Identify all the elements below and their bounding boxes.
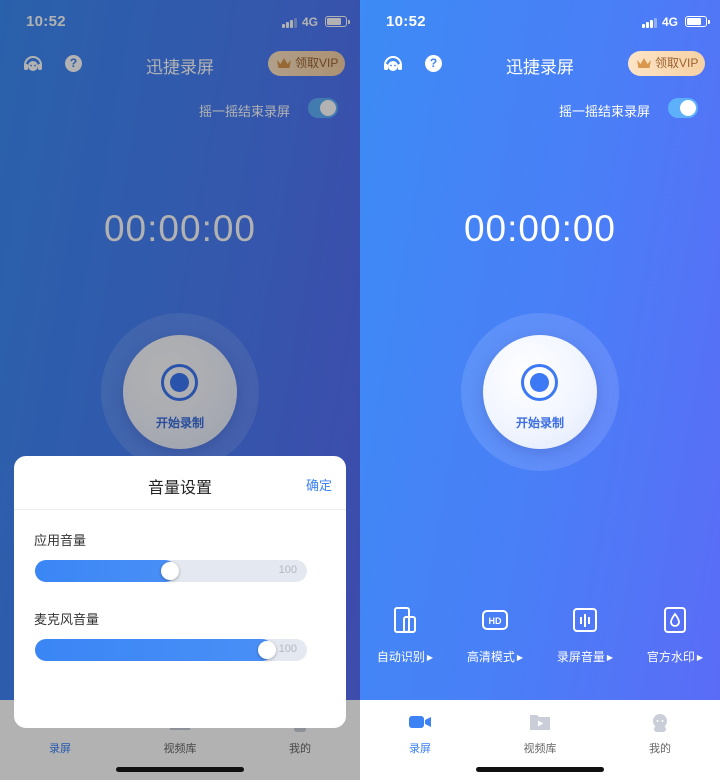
water-drop-icon [664, 607, 686, 633]
app-volume-max: 100 [278, 564, 297, 576]
app-volume-knob[interactable] [161, 562, 179, 580]
record-icon [521, 364, 558, 401]
hd-icon: HD [482, 610, 508, 630]
feature-official-watermark[interactable]: 官方水印 ▶ [630, 606, 720, 665]
status-bar: 10:52 4G [360, 0, 720, 44]
status-time: 10:52 [386, 13, 426, 30]
volume-bars-icon [573, 608, 597, 632]
tab-profile-label: 我的 [649, 743, 671, 755]
mic-volume-max: 100 [278, 643, 297, 655]
crown-icon [637, 58, 651, 68]
feature-row: 自动识别 ▶ HD 高清模式 ▶ 录屏音量 ▶ 官方水印 ▶ [360, 606, 720, 666]
home-indicator [476, 767, 604, 772]
video-folder-icon [530, 715, 550, 730]
tab-profile[interactable]: 我的 [620, 712, 700, 756]
mic-volume-fill [35, 639, 273, 661]
header: ? 迅捷录屏 领取VIP [360, 48, 720, 80]
feature-hd-mode-label: 高清模式 [466, 650, 515, 664]
app-volume-label: 应用音量 [34, 533, 87, 548]
app-volume-slider[interactable]: 100 [35, 560, 307, 582]
profile-icon [653, 714, 667, 732]
app-volume-fill [35, 560, 176, 582]
start-record-label: 开始录制 [515, 416, 564, 430]
feature-record-volume-label: 录屏音量 [556, 650, 605, 664]
divider [14, 509, 346, 510]
triangle-right-icon: ▶ [606, 653, 614, 662]
triangle-right-icon: ▶ [516, 653, 524, 662]
mic-volume-slider[interactable]: 100 [35, 639, 307, 661]
tab-video-library-label: 视频库 [523, 743, 557, 755]
volume-settings-sheet: 音量设置 确定 应用音量 100 麦克风音量 100 [14, 456, 346, 728]
mic-volume-label: 麦克风音量 [34, 612, 100, 627]
feature-auto-detect[interactable]: 自动识别 ▶ [360, 606, 450, 665]
phone-detect-icon [394, 607, 416, 633]
signal-icon [642, 17, 658, 28]
phone-screen-volume-settings: 10:52 4G ? 迅捷录屏 领取VIP 摇一摇结束录屏 00:00:00 开… [0, 0, 360, 780]
feature-official-watermark-label: 官方水印 [646, 650, 695, 664]
home-indicator [116, 767, 244, 772]
start-record-button[interactable]: 开始录制 [483, 335, 597, 449]
shake-stop-label: 摇一摇结束录屏 [558, 104, 650, 119]
video-camera-icon [409, 716, 431, 728]
vip-button-label: 领取VIP [655, 56, 699, 70]
toggle-knob [680, 100, 696, 116]
network-type: 4G [662, 15, 679, 29]
tab-video-library[interactable]: 视频库 [500, 712, 580, 756]
svg-text:HD: HD [489, 616, 502, 626]
mic-volume-knob[interactable] [258, 641, 276, 659]
tab-record[interactable]: 录屏 [380, 712, 460, 756]
triangle-right-icon: ▶ [696, 653, 704, 662]
feature-auto-detect-label: 自动识别 [376, 650, 425, 664]
triangle-right-icon: ▶ [426, 653, 434, 662]
confirm-button[interactable]: 确定 [306, 475, 332, 494]
volume-settings-title: 音量设置 [147, 480, 212, 497]
tab-record-label: 录屏 [409, 743, 431, 755]
battery-icon [685, 16, 710, 27]
record-timer: 00:00:00 [463, 208, 617, 249]
vip-button[interactable]: 领取VIP [628, 51, 705, 76]
shake-stop-toggle[interactable] [668, 98, 698, 118]
feature-hd-mode[interactable]: HD 高清模式 ▶ [450, 606, 540, 665]
phone-screen-main: 10:52 4G ? 迅捷录屏 领取VIP 摇一摇结束录屏 00:00:00 开… [360, 0, 720, 780]
feature-record-volume[interactable]: 录屏音量 ▶ [540, 606, 630, 665]
